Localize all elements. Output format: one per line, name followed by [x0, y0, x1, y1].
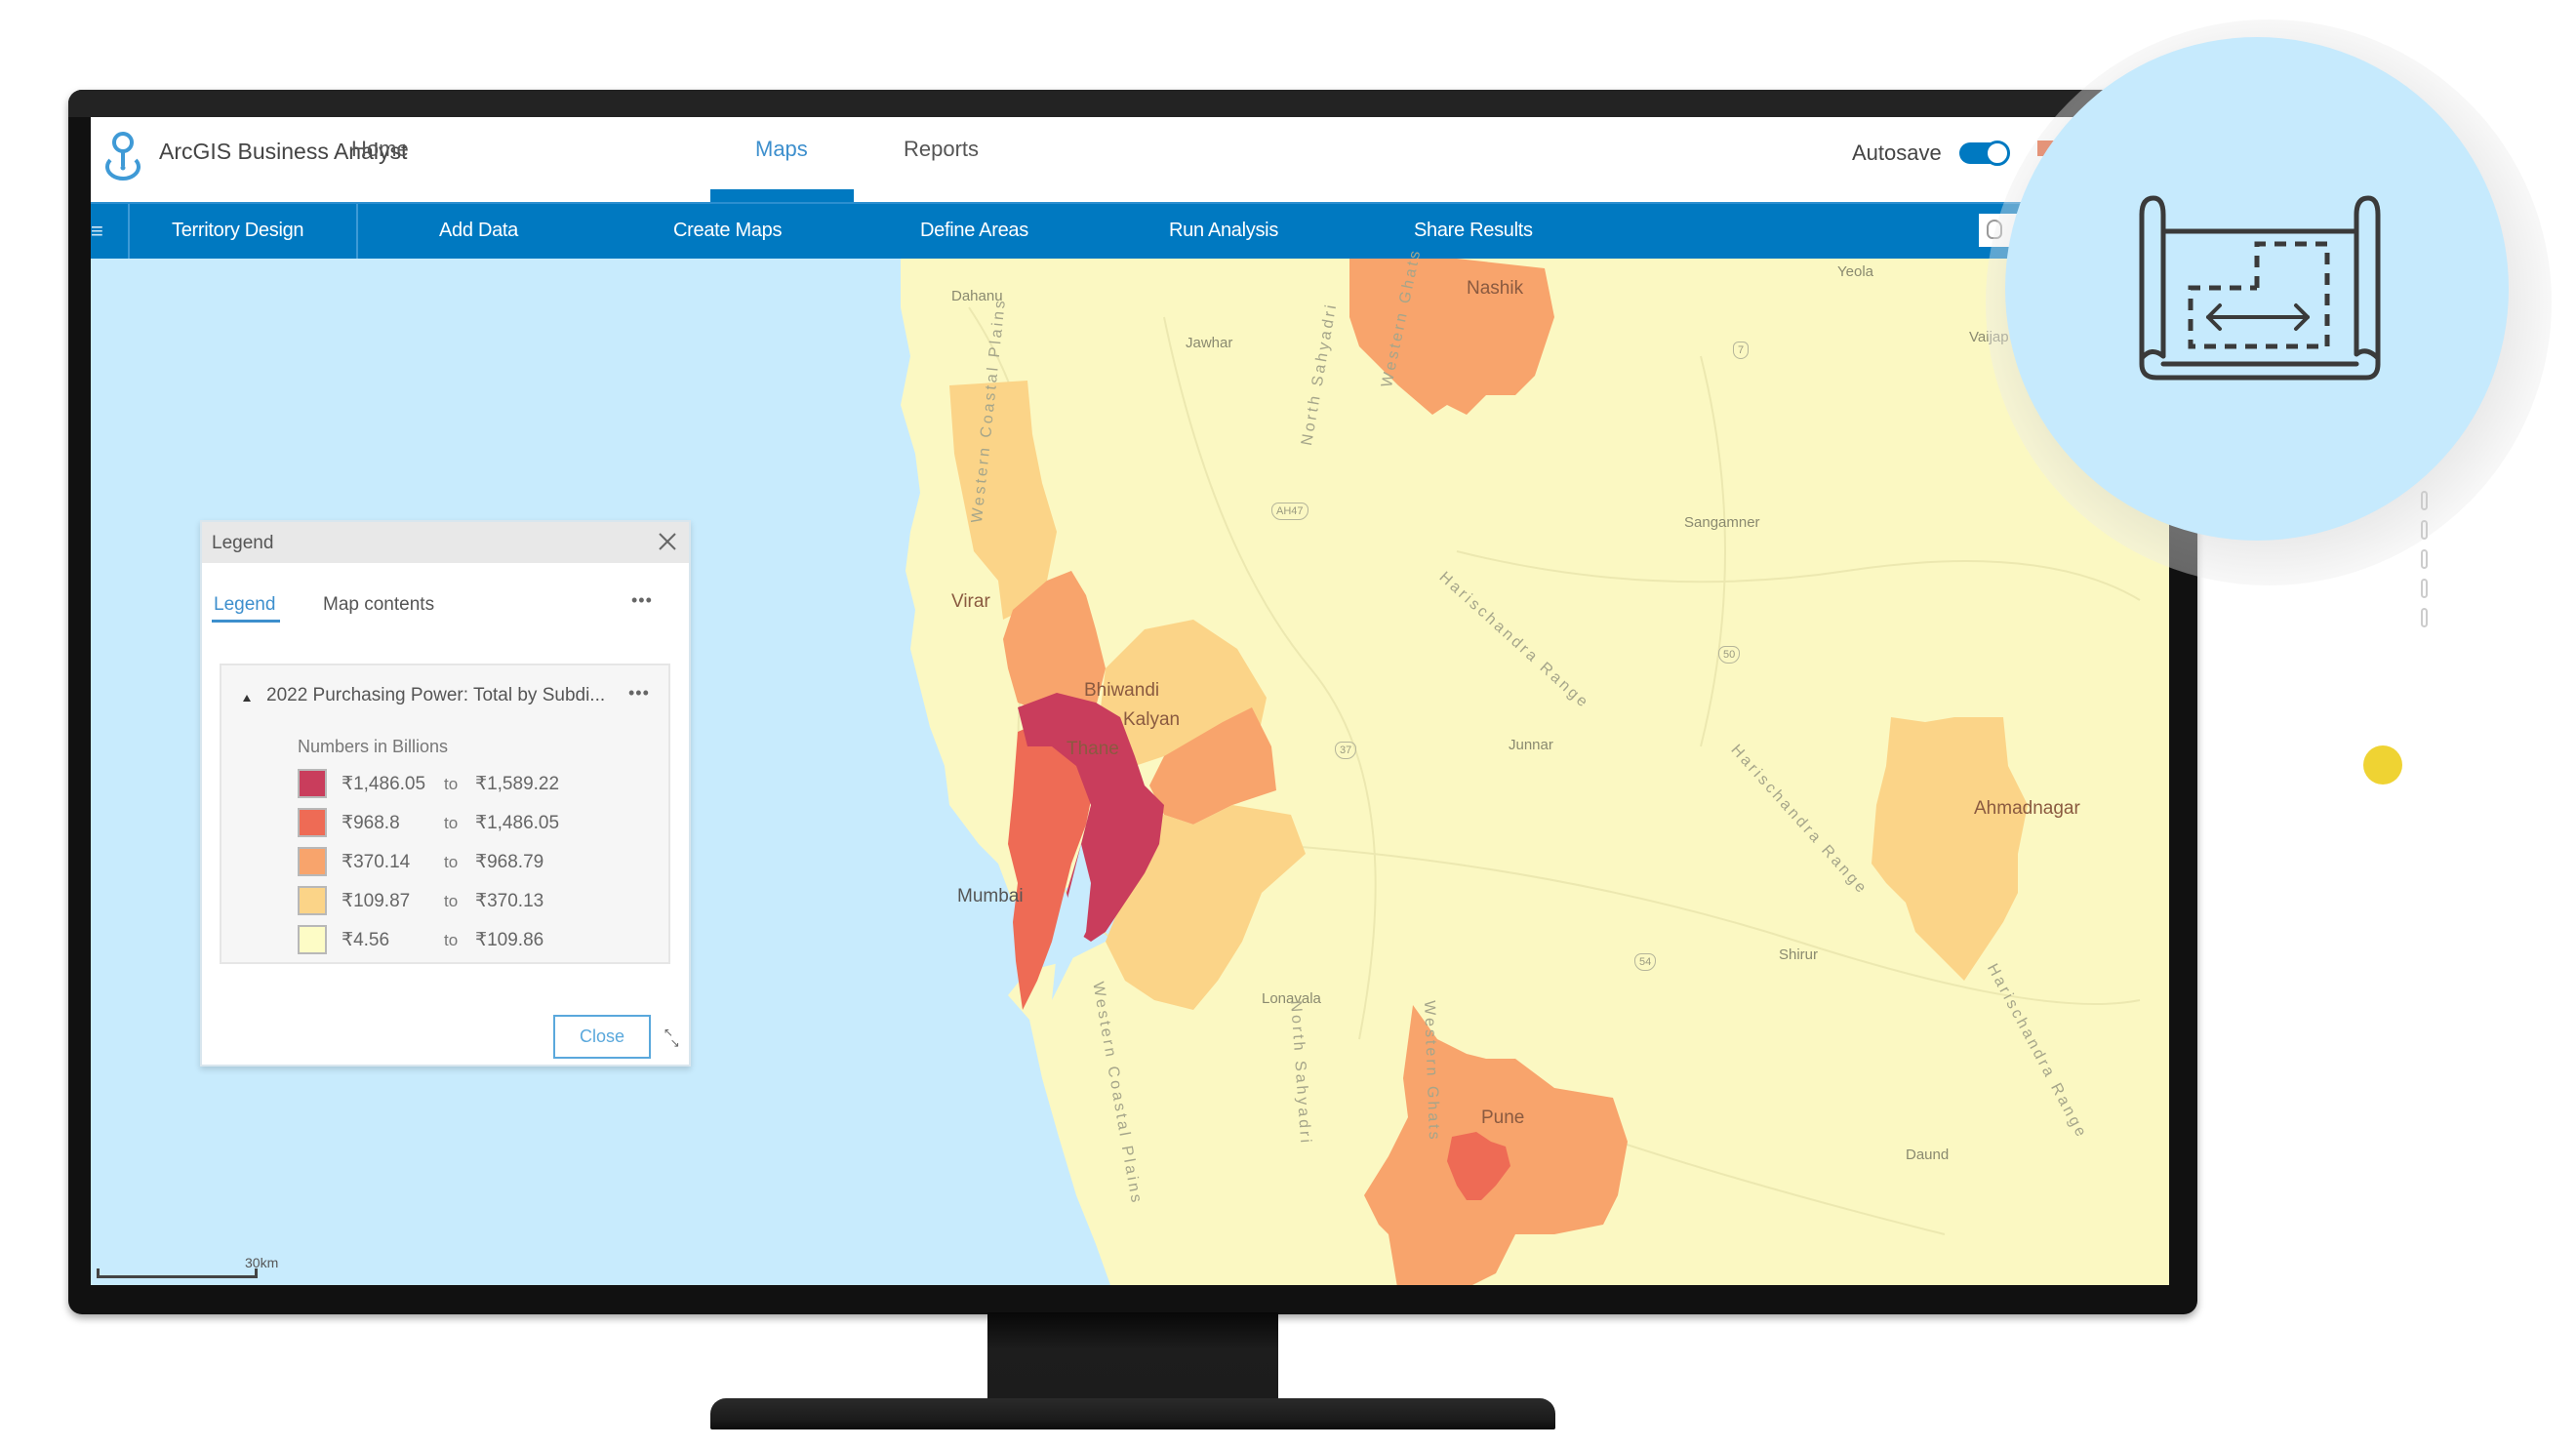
tab-map-contents[interactable]: Map contents: [323, 594, 434, 616]
more-options-icon[interactable]: •••: [631, 590, 653, 611]
legend-range-from: ₹4.56: [342, 930, 390, 950]
app-header: ArcGIS Business Analyst Home Maps Report…: [91, 117, 2169, 202]
legend-class-row: ₹109.87 to ₹370.13: [298, 886, 659, 915]
place-label-yeola: Yeola: [1837, 263, 1873, 280]
legend-range-to: ₹968.79: [475, 852, 544, 872]
decorative-dash: [2421, 491, 2428, 510]
place-label-junnar: Junnar: [1509, 737, 1553, 753]
legend-range-connector: to: [444, 892, 459, 910]
legend-range-connector: to: [444, 853, 459, 871]
tab-legend[interactable]: Legend: [214, 594, 275, 616]
legend-class-row: ₹4.56 to ₹109.86: [298, 925, 659, 954]
monitor-stand-base: [710, 1398, 1555, 1429]
legend-class-row: ₹1,486.05 to ₹1,589.22: [298, 769, 659, 798]
legend-swatch: [298, 925, 327, 954]
legend-swatch: [298, 847, 327, 876]
place-label-virar: Virar: [951, 591, 990, 612]
nav-item-share-results[interactable]: Share Results: [1414, 220, 1533, 242]
legend-swatch: [298, 769, 327, 798]
hamburger-menu-icon[interactable]: ≡: [91, 204, 130, 259]
legend-range-to: ₹370.13: [475, 891, 544, 911]
place-label-bhiwandi: Bhiwandi: [1084, 680, 1160, 701]
place-label-ahmadnagar: Ahmadnagar: [1974, 798, 2080, 819]
autosave-label: Autosave: [1852, 141, 1942, 165]
scale-bar: [97, 1268, 258, 1278]
monitor-stand-neck: [987, 1312, 1278, 1405]
decorative-dash: [2421, 520, 2428, 540]
resize-icon[interactable]: ↖ ↘: [664, 1026, 685, 1049]
tab-maps[interactable]: Maps: [755, 137, 808, 162]
collapse-triangle-icon[interactable]: [243, 695, 251, 702]
place-label-pune: Pune: [1481, 1107, 1525, 1128]
legend-titlebar[interactable]: Legend: [202, 522, 689, 563]
close-button[interactable]: Close: [553, 1015, 651, 1059]
place-label-kalyan: Kalyan: [1123, 709, 1181, 730]
legend-range-to: ₹1,589.22: [475, 774, 560, 794]
close-icon[interactable]: [656, 530, 679, 553]
nav-item-define-areas[interactable]: Define Areas: [920, 220, 1028, 242]
place-label-shirur: Shirur: [1779, 946, 1819, 963]
active-tab-underline: [212, 620, 280, 623]
legend-range-from: ₹968.8: [342, 813, 400, 833]
nav-item-territory-design[interactable]: Territory Design: [172, 220, 304, 242]
workflow-nav-bar: ≡ Territory Design Add Data Create Maps …: [91, 202, 2169, 259]
tab-reports[interactable]: Reports: [904, 137, 979, 162]
legend-range-from: ₹109.87: [342, 891, 411, 911]
decorative-dash: [2421, 549, 2428, 569]
accent-dot: [2363, 745, 2402, 785]
road-shield: AH47: [1271, 503, 1308, 520]
road-shield: 7: [1733, 342, 1750, 359]
legend-swatch: [298, 886, 327, 915]
nav-divider: [128, 204, 130, 259]
place-label-daund: Daund: [1906, 1147, 1950, 1163]
monitor-top-edge: [68, 90, 2197, 117]
place-label-sangamner: Sangamner: [1684, 514, 1760, 531]
legend-range-to: ₹109.86: [475, 930, 544, 950]
tab-home[interactable]: Home: [351, 137, 409, 162]
place-label-thane: Thane: [1067, 739, 1119, 759]
nav-divider: [356, 204, 358, 259]
nav-item-run-analysis[interactable]: Run Analysis: [1169, 220, 1278, 242]
legend-range-from: ₹1,486.05: [342, 774, 426, 794]
legend-layer-card: 2022 Purchasing Power: Total by Subdi...…: [220, 664, 670, 964]
legend-range-connector: to: [444, 931, 459, 949]
nav-item-create-maps[interactable]: Create Maps: [673, 220, 783, 242]
legend-range-connector: to: [444, 814, 459, 832]
app-screen: ArcGIS Business Analyst Home Maps Report…: [91, 117, 2169, 1285]
legend-swatch: [298, 808, 327, 837]
legend-class-row: ₹370.14 to ₹968.79: [298, 847, 659, 876]
legend-range-connector: to: [444, 775, 459, 793]
layer-more-options-icon[interactable]: •••: [628, 683, 650, 704]
decorative-dash: [2421, 608, 2428, 627]
legend-range-to: ₹1,486.05: [475, 813, 560, 833]
toggle-knob: [1985, 141, 2010, 166]
autosave-toggle[interactable]: [1959, 141, 2010, 166]
legend-class-row: ₹968.8 to ₹1,486.05: [298, 808, 659, 837]
place-label-nashik: Nashik: [1467, 278, 1524, 299]
active-tab-indicator: [710, 189, 854, 202]
place-label-jawhar: Jawhar: [1186, 335, 1233, 351]
place-label-mumbai: Mumbai: [957, 886, 1024, 906]
nav-item-add-data[interactable]: Add Data: [439, 220, 518, 242]
legend-range-from: ₹370.14: [342, 852, 411, 872]
territory-design-map-icon: [2139, 195, 2381, 381]
legend-units-label: Numbers in Billions: [298, 737, 449, 756]
legend-panel: Legend Legend Map contents ••• 2022 Purc…: [200, 520, 691, 1067]
legend-panel-title: Legend: [212, 533, 274, 553]
legend-layer-title: 2022 Purchasing Power: Total by Subdi...: [266, 685, 606, 705]
decorative-dash: [2421, 579, 2428, 598]
location-pin-icon[interactable]: [99, 129, 147, 183]
